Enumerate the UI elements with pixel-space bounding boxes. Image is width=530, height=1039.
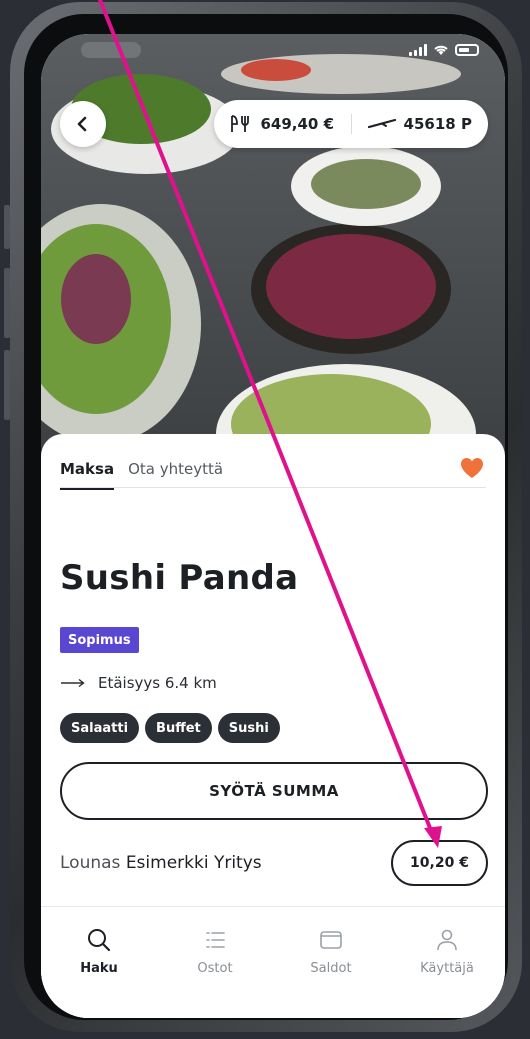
divider [60, 487, 486, 488]
tab-bar: Maksa Ota yhteyttä [60, 460, 486, 490]
contract-badge: Sopimus [60, 627, 139, 653]
signal-icon [409, 44, 427, 56]
side-button [4, 205, 10, 249]
list-icon [206, 932, 225, 948]
restaurant-name: Sushi Panda [60, 558, 299, 598]
cutlery-icon [231, 115, 250, 132]
tab-maksa[interactable]: Maksa [60, 460, 115, 490]
balance-pill[interactable]: 649,40 € 45618 P [214, 100, 488, 148]
tag-chip[interactable]: Sushi [217, 713, 280, 743]
nav-label: Käyttäjä [420, 961, 474, 976]
nav-label: Haku [80, 961, 118, 976]
meal-balance: 649,40 € [214, 114, 352, 134]
user-icon [437, 929, 457, 951]
status-bar [41, 42, 505, 64]
heart-icon[interactable] [459, 456, 485, 480]
tag-list: Salaatti Buffet Sushi [60, 713, 280, 743]
restaurant-photo: 649,40 € 45618 P [41, 34, 505, 474]
enter-amount-button[interactable]: SYÖTÄ SUMMA [60, 762, 488, 820]
battery-icon [455, 44, 479, 56]
wifi-icon [434, 45, 448, 55]
side-button [4, 268, 10, 338]
points-balance: 45618 P [352, 115, 489, 133]
nav-item-kayttaja[interactable]: Käyttäjä [389, 907, 505, 1007]
distance-row: Etäisyys 6.4 km [60, 674, 217, 692]
nav-item-ostot[interactable]: Ostot [157, 907, 273, 1007]
arrow-right-icon [61, 678, 85, 688]
plane-icon [367, 118, 396, 129]
tag-chip[interactable]: Salaatti [60, 713, 140, 743]
points-balance-value: 45618 P [403, 115, 472, 133]
status-pill [81, 42, 141, 58]
search-icon [88, 929, 111, 952]
meal-balance-value: 649,40 € [260, 115, 335, 133]
lunch-label: Lounas Esimerkki Yritys [60, 853, 262, 873]
lunch-price-button[interactable]: 10,20 € [391, 840, 488, 886]
lunch-prefix: Lounas [60, 853, 121, 873]
nav-label: Saldot [310, 961, 352, 976]
distance-text: Etäisyys 6.4 km [98, 674, 217, 692]
nav-item-saldot[interactable]: Saldot [273, 907, 389, 1007]
tag-chip[interactable]: Buffet [145, 713, 212, 743]
bottom-navbar: Haku Ostot Saldot Käyttäjä [41, 906, 505, 1018]
back-button[interactable] [60, 101, 106, 147]
nav-label: Ostot [197, 961, 233, 976]
nav-item-haku[interactable]: Haku [41, 907, 157, 1007]
side-button [4, 350, 10, 420]
wallet-icon [320, 931, 342, 949]
app-screen: 649,40 € 45618 P Maksa Ota yhteyttä Sush… [41, 34, 505, 1018]
chevron-left-icon [77, 116, 87, 132]
tab-ota-yhteytta[interactable]: Ota yhteyttä [128, 460, 223, 490]
lunch-company: Esimerkki Yritys [125, 853, 262, 873]
